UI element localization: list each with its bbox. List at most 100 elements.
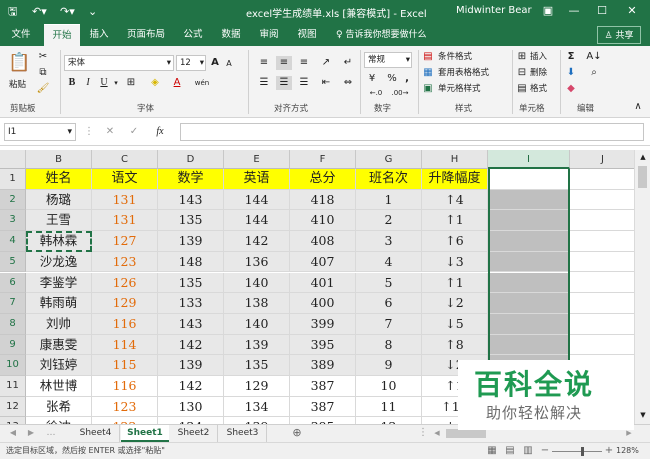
table-cell[interactable]: 127 bbox=[92, 231, 158, 252]
column-header-j[interactable]: J bbox=[570, 150, 634, 169]
clear-icon[interactable]: ◆ bbox=[564, 82, 578, 96]
scroll-left-icon[interactable]: ◀ bbox=[432, 426, 442, 440]
zoom-slider[interactable] bbox=[552, 451, 602, 452]
page-layout-view-icon[interactable]: ▤ bbox=[504, 444, 516, 458]
tab-home[interactable]: 开始 bbox=[44, 24, 80, 46]
table-cell[interactable]: 张希 bbox=[26, 396, 92, 418]
format-as-table-button[interactable]: ▦ 套用表格格式 bbox=[422, 66, 508, 82]
tab-file[interactable]: 文件 bbox=[4, 24, 38, 46]
merge-center-icon[interactable]: ⇔ bbox=[340, 76, 356, 90]
font-color-icon[interactable]: A bbox=[170, 76, 184, 90]
row-header-4[interactable]: 4 bbox=[0, 231, 26, 252]
fill-icon[interactable]: ⬇ bbox=[564, 66, 578, 80]
table-cell[interactable]: 122 bbox=[92, 417, 158, 424]
row-header-1[interactable]: 1 bbox=[0, 169, 26, 190]
table-cell[interactable]: 123 bbox=[92, 396, 158, 418]
row-header-10[interactable]: 10 bbox=[0, 355, 26, 376]
header-cell[interactable]: 语文 bbox=[92, 169, 158, 190]
column-header-d[interactable]: D bbox=[158, 150, 224, 169]
autosum-icon[interactable]: Σ bbox=[564, 50, 578, 64]
wrap-text-icon[interactable]: ↵ bbox=[340, 56, 356, 70]
currency-icon[interactable]: ¥ bbox=[364, 72, 380, 86]
increase-decimal-icon[interactable]: ←.0 bbox=[366, 86, 386, 100]
paste-button[interactable]: 📋 粘贴 bbox=[6, 50, 32, 94]
table-cell[interactable]: 385 bbox=[290, 417, 356, 424]
chevron-down-icon[interactable]: ▾ bbox=[112, 76, 120, 90]
zoom-slider-thumb[interactable] bbox=[581, 447, 584, 456]
column-header-c[interactable]: C bbox=[92, 150, 158, 169]
table-cell[interactable]: 134 bbox=[224, 396, 290, 418]
table-cell[interactable]: ↑6 bbox=[422, 231, 488, 252]
font-name-select[interactable]: 宋体 ▾ bbox=[64, 55, 174, 71]
table-cell[interactable]: 116 bbox=[92, 376, 158, 397]
name-box[interactable]: I1 ▾ bbox=[4, 123, 76, 141]
table-cell[interactable]: 4 bbox=[356, 251, 422, 273]
sort-filter-icon[interactable]: A↓ bbox=[586, 50, 602, 64]
row-header-9[interactable]: 9 bbox=[0, 334, 26, 356]
table-cell[interactable]: 5 bbox=[356, 272, 422, 294]
table-cell[interactable] bbox=[570, 293, 634, 314]
table-cell[interactable]: 124 bbox=[158, 417, 224, 424]
redo-icon[interactable]: ↷▾ bbox=[60, 5, 75, 18]
table-cell[interactable]: 126 bbox=[92, 272, 158, 294]
cell-styles-button[interactable]: ▣ 单元格样式 bbox=[422, 82, 508, 98]
table-cell[interactable]: 康惠雯 bbox=[26, 334, 92, 356]
row-header-13[interactable]: 13 bbox=[0, 417, 26, 424]
column-header-b[interactable]: B bbox=[26, 150, 92, 169]
underline-button[interactable]: U bbox=[98, 76, 110, 90]
table-cell[interactable]: ↑1 bbox=[422, 210, 488, 232]
horizontal-scroll-thumb[interactable] bbox=[446, 429, 486, 438]
table-cell[interactable]: 123 bbox=[92, 251, 158, 273]
table-cell[interactable]: ↑4 bbox=[422, 189, 488, 211]
table-cell[interactable]: 135 bbox=[158, 210, 224, 232]
italic-button[interactable]: I bbox=[82, 76, 94, 90]
comma-icon[interactable]: , bbox=[402, 72, 412, 86]
row-header-12[interactable]: 12 bbox=[0, 396, 26, 418]
table-cell[interactable]: 1 bbox=[356, 189, 422, 211]
copy-icon[interactable]: ⧉ bbox=[36, 66, 50, 80]
format-cells-button[interactable]: ▤ 格式 bbox=[516, 82, 556, 98]
table-cell[interactable]: 9 bbox=[356, 355, 422, 376]
cancel-icon[interactable]: ✕ bbox=[104, 125, 116, 139]
table-cell[interactable]: 143 bbox=[158, 313, 224, 335]
save-icon[interactable]: 🖫 bbox=[8, 5, 17, 18]
table-cell[interactable]: 407 bbox=[290, 251, 356, 273]
zoom-level[interactable]: 128% bbox=[616, 444, 639, 458]
table-cell[interactable]: 399 bbox=[290, 313, 356, 335]
table-cell[interactable]: 129 bbox=[92, 293, 158, 314]
table-cell[interactable]: 135 bbox=[224, 355, 290, 376]
row-header-2[interactable]: 2 bbox=[0, 189, 26, 211]
table-cell[interactable]: 138 bbox=[224, 293, 290, 314]
align-left-icon[interactable]: ☰ bbox=[256, 76, 272, 90]
table-cell[interactable]: 389 bbox=[290, 355, 356, 376]
borders-icon[interactable]: ⊞ bbox=[124, 76, 138, 90]
table-cell[interactable]: 135 bbox=[158, 272, 224, 294]
share-button[interactable]: ♙ 共享 bbox=[597, 26, 641, 44]
enter-icon[interactable]: ✓ bbox=[128, 125, 140, 139]
header-cell[interactable]: 班名次 bbox=[356, 169, 422, 190]
table-cell[interactable]: 11 bbox=[356, 396, 422, 418]
insert-function-icon[interactable]: fx bbox=[152, 125, 168, 139]
format-painter-icon[interactable]: 🖌 bbox=[36, 82, 50, 96]
cut-icon[interactable]: ✂ bbox=[36, 50, 50, 64]
table-cell[interactable]: 142 bbox=[224, 231, 290, 252]
table-cell[interactable]: 400 bbox=[290, 293, 356, 314]
align-bottom-icon[interactable]: ≡ bbox=[296, 56, 312, 70]
undo-icon[interactable]: ↶▾ bbox=[32, 5, 47, 18]
table-cell[interactable]: 144 bbox=[224, 189, 290, 211]
scroll-down-icon[interactable]: ▼ bbox=[637, 408, 649, 422]
table-cell[interactable]: ↑8 bbox=[422, 334, 488, 356]
table-cell[interactable]: 6 bbox=[356, 293, 422, 314]
font-size-select[interactable]: 12 ▾ bbox=[176, 55, 206, 71]
new-sheet-icon[interactable]: ⊕ bbox=[290, 426, 304, 440]
scroll-thumb[interactable] bbox=[638, 166, 647, 188]
table-cell[interactable]: 143 bbox=[158, 189, 224, 211]
table-cell[interactable] bbox=[570, 190, 634, 211]
zoom-in-icon[interactable]: + bbox=[604, 444, 614, 458]
table-cell[interactable]: 林世博 bbox=[26, 376, 92, 397]
column-header-h[interactable]: H bbox=[422, 150, 488, 169]
table-cell[interactable]: 129 bbox=[224, 376, 290, 397]
select-all-corner[interactable] bbox=[0, 150, 26, 169]
header-cell[interactable]: 数学 bbox=[158, 169, 224, 190]
tab-formulas[interactable]: 公式 bbox=[176, 24, 210, 46]
